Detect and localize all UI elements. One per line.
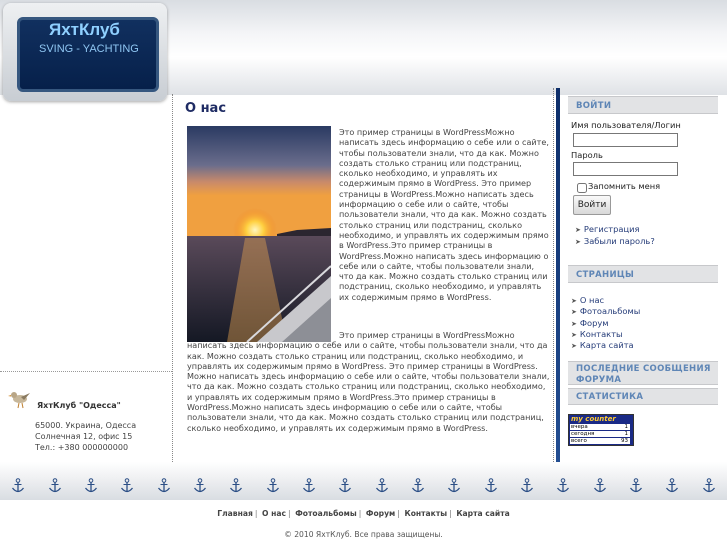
remember-me-label: Запомнить меня xyxy=(588,181,661,191)
seagull-icon xyxy=(8,389,32,413)
username-input[interactable] xyxy=(573,133,678,147)
footer-link-home[interactable]: Главная xyxy=(217,509,253,518)
pages-item-contacts[interactable]: ➤ Контакты xyxy=(571,329,623,339)
pages-item-label: О нас xyxy=(579,295,605,305)
anchor-icon xyxy=(302,478,315,493)
copyright: © 2010 ЯхтКлуб. Все права защищены. xyxy=(284,530,443,539)
login-heading: ВОЙТИ xyxy=(568,96,718,114)
anchor-icon xyxy=(157,478,170,493)
pages-item-sitemap[interactable]: ➤ Карта сайта xyxy=(571,340,634,350)
anchor-icon xyxy=(520,478,533,493)
address-line: Солнечная 12, офис 15 xyxy=(35,432,133,441)
anchor-icon xyxy=(484,478,497,493)
forgot-password-link-label: Забыли пароль? xyxy=(583,236,655,246)
counter-value: 1 xyxy=(624,431,629,437)
pages-item-label: Контакты xyxy=(579,329,623,339)
anchor-icon xyxy=(193,478,206,493)
forum-heading: ПОСЛЕДНИЕ СООБЩЕНИЯ ФОРУМА xyxy=(568,361,718,385)
right-column-accent xyxy=(556,88,560,476)
page-title: О нас xyxy=(185,101,227,116)
arrow-icon: ➤ xyxy=(571,308,577,316)
club-name: ЯхтКлуб "Одесса" xyxy=(37,401,121,410)
forgot-password-link[interactable]: ➤ Забыли пароль? xyxy=(575,236,655,246)
sunset-yacht-photo xyxy=(187,126,331,342)
login-button[interactable]: Войти xyxy=(573,195,611,215)
anchor-icon xyxy=(448,478,461,493)
visitor-counter[interactable]: my counter вчера 1 сегодня 1 всего 93 xyxy=(568,414,634,446)
anchor-icon xyxy=(630,478,643,493)
footer-link-albums[interactable]: Фотоальбомы xyxy=(295,509,356,518)
anchor-icon xyxy=(230,478,243,493)
pages-item-label: Фотоальбомы xyxy=(579,306,641,316)
anchor-icon xyxy=(411,478,424,493)
arrow-icon: ➤ xyxy=(571,342,577,350)
anchor-icon xyxy=(557,478,570,493)
counter-value: 1 xyxy=(624,424,629,430)
arrow-icon: ➤ xyxy=(571,320,577,328)
anchor-icon xyxy=(375,478,388,493)
logo-subtitle: SVING - YACHTING xyxy=(39,43,139,55)
footer-separator: | xyxy=(254,509,258,518)
counter-value: 93 xyxy=(621,438,628,444)
anchor-icon xyxy=(702,478,715,493)
anchor-icon xyxy=(84,478,97,493)
pages-item-albums[interactable]: ➤ Фотоальбомы xyxy=(571,306,640,316)
logo-title: ЯхтКлуб xyxy=(49,20,120,39)
anchor-icon xyxy=(12,478,25,493)
footer-separator: | xyxy=(288,509,291,518)
site-logo[interactable]: ЯхтКлуб SVING - YACHTING xyxy=(3,3,167,101)
anchor-icon xyxy=(48,478,61,493)
left-sidebar-divider xyxy=(0,371,172,372)
content-paragraph-2: Это пример страницы в WordPressМожно нап… xyxy=(187,330,550,433)
content-paragraph-1: Это пример страницы в WordPressМожно нап… xyxy=(339,127,549,302)
anchor-icon xyxy=(666,478,679,493)
footer-link-about[interactable]: О нас xyxy=(262,509,286,518)
counter-title: my counter xyxy=(571,415,616,423)
arrow-icon: ➤ xyxy=(575,226,581,234)
register-link-label: Регистрация xyxy=(583,224,640,234)
counter-label: вчера xyxy=(571,424,588,430)
pages-heading: СТРАНИЦЫ xyxy=(568,265,718,283)
counter-label: сегодня xyxy=(571,431,595,437)
pages-item-label: Карта сайта xyxy=(579,340,634,350)
pages-item-about[interactable]: ➤ О нас xyxy=(571,295,604,305)
arrow-icon: ➤ xyxy=(575,238,581,246)
pages-item-forum[interactable]: ➤ Форум xyxy=(571,318,609,328)
pages-item-label: Форум xyxy=(579,318,609,328)
footer-link-contacts[interactable]: Контакты xyxy=(404,509,447,518)
address-line: 65000. Украина, Одесса xyxy=(35,421,137,430)
arrow-icon: ➤ xyxy=(571,297,577,305)
anchor-icon xyxy=(266,478,279,493)
footer-separator: | xyxy=(397,509,400,518)
username-label: Имя пользователя/Логин xyxy=(571,120,681,130)
counter-row: сегодня 1 xyxy=(570,431,630,437)
register-link[interactable]: ➤ Регистрация xyxy=(575,224,640,234)
stats-heading: СТАТИСТИКА xyxy=(568,388,718,405)
footer-link-sitemap[interactable]: Карта сайта xyxy=(456,509,509,518)
footer-separator: | xyxy=(449,509,452,518)
anchor-icon xyxy=(593,478,606,493)
footer-nav: Главная | О нас | Фотоальбомы | Форум | Конт… xyxy=(0,509,727,518)
remember-me-checkbox[interactable] xyxy=(577,183,587,193)
left-column-divider xyxy=(172,94,173,464)
right-column-divider xyxy=(553,88,554,476)
counter-label: всего xyxy=(571,438,587,444)
arrow-icon: ➤ xyxy=(571,331,577,339)
counter-row: всего 93 xyxy=(570,438,630,444)
footer-separator: | xyxy=(358,509,362,518)
footer-link-forum[interactable]: Форум xyxy=(366,509,395,518)
password-label: Пароль xyxy=(571,150,603,160)
anchor-decoration-row xyxy=(0,476,727,496)
anchor-icon xyxy=(121,478,134,493)
club-address: 65000. Украина, Одесса Солнечная 12, офи… xyxy=(35,420,136,453)
phone-line: Тел.: +380 000000000 xyxy=(35,443,129,452)
anchor-icon xyxy=(339,478,352,493)
password-input[interactable] xyxy=(573,162,678,176)
counter-row: вчера 1 xyxy=(570,424,630,430)
